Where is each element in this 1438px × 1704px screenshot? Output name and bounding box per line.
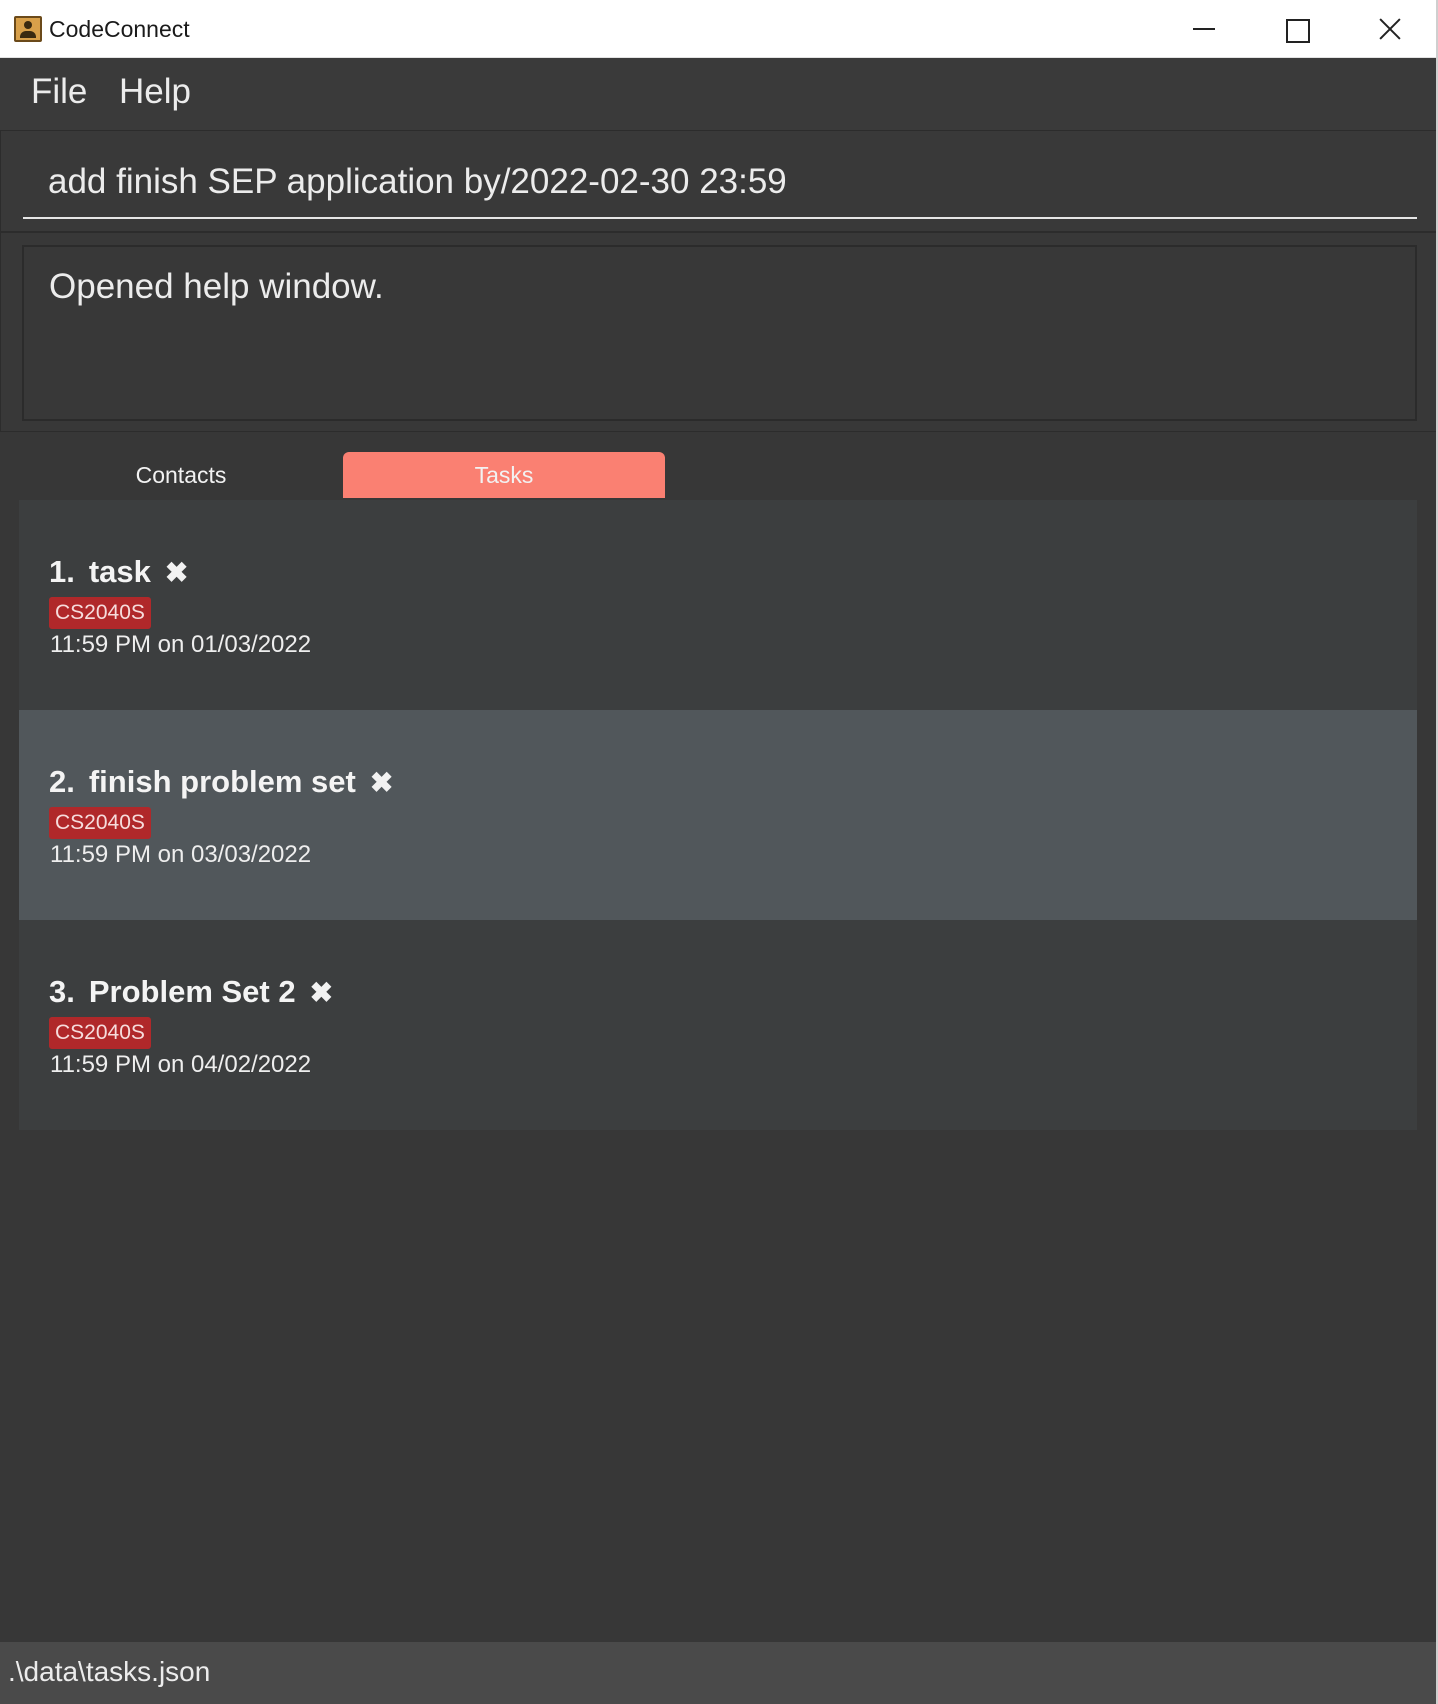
task-index: 2.: [49, 764, 75, 799]
command-box: [0, 130, 1436, 232]
task-tag: CS2040S: [49, 807, 151, 839]
command-input[interactable]: [23, 147, 1417, 219]
task-name: finish problem set: [88, 764, 356, 799]
result-display: Opened help window.: [22, 245, 1417, 421]
task-name: task: [88, 554, 151, 589]
task-name: Problem Set 2: [88, 974, 296, 1009]
task-index: 1.: [49, 554, 75, 589]
title-bar: CodeConnect: [0, 0, 1436, 58]
tab-tasks[interactable]: Tasks: [343, 452, 665, 498]
task-index: 3.: [49, 974, 75, 1009]
task-title-row: 3. Problem Set 2 ✖: [49, 974, 333, 1010]
task-title-row: 1. task ✖: [49, 554, 188, 590]
close-icon[interactable]: ✖: [310, 976, 333, 1009]
window-title: CodeConnect: [49, 16, 190, 42]
close-icon[interactable]: ✖: [370, 766, 393, 799]
close-icon[interactable]: ✖: [165, 556, 188, 589]
result-display-pane: Opened help window.: [0, 232, 1436, 432]
menu-file[interactable]: File: [31, 72, 87, 112]
task-due-date: 11:59 PM on 04/02/2022: [50, 1051, 312, 1078]
task-card-selected[interactable]: 2. finish problem set ✖ CS2040S 11:59 PM o…: [19, 710, 1417, 920]
tab-contacts[interactable]: Contacts: [20, 452, 342, 498]
task-card[interactable]: 1. task ✖ CS2040S 11:59 PM on 01/03/2022: [19, 500, 1417, 710]
menu-bar: File Help: [0, 58, 1436, 130]
minimize-button[interactable]: [1160, 0, 1252, 58]
menu-help[interactable]: Help: [119, 72, 191, 112]
data-file-path: .\data\tasks.json: [8, 1656, 211, 1687]
maximize-button[interactable]: [1252, 0, 1344, 58]
close-window-button[interactable]: [1344, 0, 1436, 58]
app-window: CodeConnect File Help Opened help window…: [0, 0, 1438, 1704]
task-title-row: 2. finish problem set ✖: [49, 764, 393, 800]
task-due-date: 11:59 PM on 03/03/2022: [50, 841, 312, 868]
task-card[interactable]: 3. Problem Set 2 ✖ CS2040S 11:59 PM on 04/…: [19, 920, 1417, 1130]
address-book-icon: [14, 16, 42, 42]
task-list: 1. task ✖ CS2040S 11:59 PM on 01/03/2022 2…: [19, 500, 1417, 1130]
result-message: Opened help window.: [49, 267, 384, 306]
task-tag: CS2040S: [49, 1017, 151, 1049]
task-tag: CS2040S: [49, 597, 151, 629]
status-bar: .\data\tasks.json: [0, 1642, 1436, 1704]
task-due-date: 11:59 PM on 01/03/2022: [50, 631, 312, 658]
